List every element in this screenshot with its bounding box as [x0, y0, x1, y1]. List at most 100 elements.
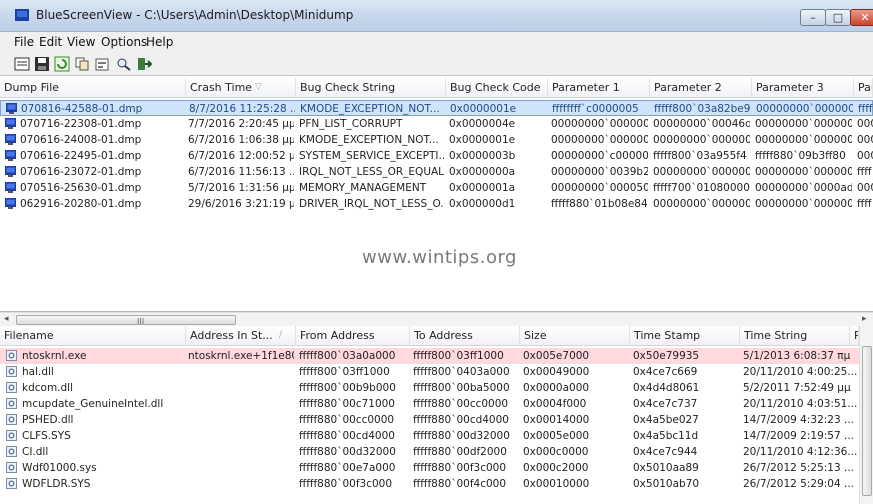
driver-row[interactable]: CI.dll fffff880`00d32000 fffff880`00df2000… [0, 444, 859, 460]
crash-row[interactable]: 070716-22308-01.dmp 7/7/2016 2:20:45 μμ PF… [0, 116, 873, 132]
driver-row[interactable]: ntoskrnl.exe ntoskrnl.exe+1f1e80 fffff800`… [0, 348, 859, 364]
minimize-button[interactable]: – [800, 9, 826, 26]
driver-cell: hal.dll [22, 366, 54, 378]
maximize-button[interactable]: □ [825, 9, 851, 26]
col-crash-time[interactable]: Crash Time [186, 78, 296, 98]
driver-cell: CLFS.SYS [22, 430, 71, 442]
menu-options[interactable]: Options [101, 35, 147, 49]
crash-row[interactable]: 070616-24008-01.dmp 6/7/2016 1:06:38 μμ KM… [0, 132, 873, 148]
col-product-name[interactable]: Pr [850, 326, 859, 346]
col-parameter-3[interactable]: Parameter 3 [752, 78, 854, 98]
menu-edit[interactable]: Edit [39, 35, 62, 49]
driver-list-vscroll[interactable] [859, 326, 873, 504]
col-from-address[interactable]: From Address [296, 326, 410, 346]
crash-cell: 00000000`000000... [755, 198, 852, 210]
crash-cell: 00000000`000000... [755, 166, 852, 178]
crash-row[interactable]: 070616-23072-01.dmp 6/7/2016 11:56:13 ...… [0, 164, 873, 180]
crash-cell: DRIVER_IRQL_NOT_LESS_O... [299, 198, 444, 210]
driver-cell: 0x50e79935 [633, 350, 700, 362]
copy-icon[interactable] [74, 56, 90, 72]
driver-cell: PSHED.dll [22, 414, 74, 426]
crash-cell: SYSTEM_SERVICE_EXCEPTI... [299, 150, 444, 162]
crash-cell: 070616-23072-01.dmp [20, 166, 142, 178]
driver-cell: fffff880`00df2000 [413, 446, 507, 458]
minimize-icon: – [810, 11, 816, 24]
driver-cell: fffff880`00e7a000 [299, 462, 396, 474]
driver-cell [188, 476, 294, 492]
driver-cell: Wdf01000.sys [22, 462, 97, 474]
col-time-stamp[interactable]: Time Stamp [630, 326, 740, 346]
col-time-string[interactable]: Time String [740, 326, 850, 346]
crash-cell: 00000000`00046d7f [653, 118, 750, 130]
driver-cell: ntoskrnl.exe+1f1e80 [188, 350, 294, 362]
crash-row[interactable]: 070516-25630-01.dmp 5/7/2016 1:31:56 μμ ME… [0, 180, 873, 196]
col-size[interactable]: Size [520, 326, 630, 346]
col-parameter-4[interactable]: Par [854, 78, 873, 98]
col-parameter-2[interactable]: Parameter 2 [650, 78, 752, 98]
crash-row[interactable]: 062916-20280-01.dmp 29/6/2016 3:21:19 μμ D… [0, 196, 873, 212]
menu-bar: File Edit View Options Help [0, 32, 873, 52]
menu-file[interactable]: File [14, 35, 34, 49]
driver-cell: fffff880`00f3c000 [413, 462, 507, 474]
scroll-grip: III [137, 317, 145, 326]
crash-cell: 00000000`000000... [755, 118, 852, 130]
toolbar [0, 52, 873, 76]
crash-cell: ffff [857, 198, 872, 210]
driver-cell: 0x4ce7c737 [633, 398, 698, 410]
menu-view[interactable]: View [67, 35, 95, 49]
crash-cell: 00000000`000000... [653, 166, 750, 178]
col-parameter-1[interactable]: Parameter 1 [548, 78, 650, 98]
crash-row[interactable]: 070816-42588-01.dmp 8/7/2016 11:25:28 ...… [0, 100, 873, 116]
crash-cell: fffff800`03a955f4 [653, 150, 747, 162]
driver-cell: 14/7/2009 2:19:57 ... [743, 430, 855, 442]
col-dump-file[interactable]: Dump File [0, 78, 186, 98]
find-icon[interactable] [116, 56, 132, 72]
exit-icon[interactable] [136, 56, 152, 72]
save-icon[interactable] [34, 56, 50, 72]
crash-list-hscroll[interactable]: ◂ III ▸ [0, 312, 873, 326]
crash-cell: 00000000`000000... [551, 118, 648, 130]
crash-cell: 00000000`c00000... [551, 150, 648, 162]
driver-row[interactable]: PSHED.dll fffff880`00cc0000 fffff880`00cd4… [0, 412, 859, 428]
properties-icon[interactable] [94, 56, 110, 72]
driver-cell [188, 364, 294, 380]
scroll-left-icon[interactable]: ◂ [4, 314, 9, 324]
driver-cell: 5/1/2013 6:08:37 πμ [743, 350, 851, 362]
crash-cell: 00000000`000000... [755, 134, 852, 146]
crash-row[interactable]: 070616-22495-01.dmp 6/7/2016 12:00:52 μμ S… [0, 148, 873, 164]
driver-row[interactable]: mcupdate_GenuineIntel.dll fffff880`00c710… [0, 396, 859, 412]
driver-row[interactable]: Wdf01000.sys fffff880`00e7a000 fffff880`00… [0, 460, 859, 476]
driver-row[interactable]: kdcom.dll fffff800`00b9b000 fffff800`00ba5… [0, 380, 859, 396]
crash-cell: 6/7/2016 1:06:38 μμ [188, 134, 294, 146]
col-filename[interactable]: Filename [0, 326, 186, 346]
sort-indicator-icon: ▽ [255, 82, 262, 92]
crash-cell: KMODE_EXCEPTION_NOT... [300, 103, 440, 115]
driver-cell: fffff800`03a0a000 [299, 350, 396, 362]
driver-row[interactable]: hal.dll fffff800`03ff1000 fffff800`0403a00… [0, 364, 859, 380]
refresh-icon[interactable] [54, 56, 70, 72]
menu-help[interactable]: Help [146, 35, 173, 49]
crash-cell: 00000000`000000... [653, 134, 750, 146]
driver-list-table[interactable]: Filename Address In St... / From Address… [0, 326, 873, 504]
driver-cell: 0x5010aa89 [633, 462, 699, 474]
save-html-report-icon[interactable] [14, 56, 30, 72]
crash-cell: 6/7/2016 12:00:52 μμ [188, 150, 294, 162]
driver-row[interactable]: CLFS.SYS fffff880`00cd4000 fffff880`00d320… [0, 428, 859, 444]
col-bug-check-code[interactable]: Bug Check Code [446, 78, 548, 98]
crash-cell: 000 [857, 118, 873, 130]
scroll-right-icon[interactable]: ▸ [862, 314, 867, 324]
crash-list-table[interactable]: Dump File Crash Time ▽ Bug Check String … [0, 78, 873, 312]
close-button[interactable]: ✕ [850, 9, 873, 26]
dump-file-icon [5, 134, 16, 145]
driver-file-icon [6, 462, 17, 473]
driver-cell: 5/2/2011 7:52:49 μμ [743, 382, 851, 394]
crash-cell: 0x0000003b [449, 150, 516, 162]
title-bar: BlueScreenView - C:\Users\Admin\Desktop\… [0, 0, 873, 32]
scroll-thumb[interactable]: III [16, 315, 236, 326]
dump-file-icon [5, 118, 16, 129]
vscroll-thumb[interactable] [862, 346, 872, 496]
col-to-address[interactable]: To Address [410, 326, 520, 346]
driver-row[interactable]: WDFLDR.SYS fffff880`00f3c000 fffff880`00f4… [0, 476, 859, 492]
col-bug-check-string[interactable]: Bug Check String [296, 78, 446, 98]
driver-cell: 0x00014000 [523, 414, 590, 426]
